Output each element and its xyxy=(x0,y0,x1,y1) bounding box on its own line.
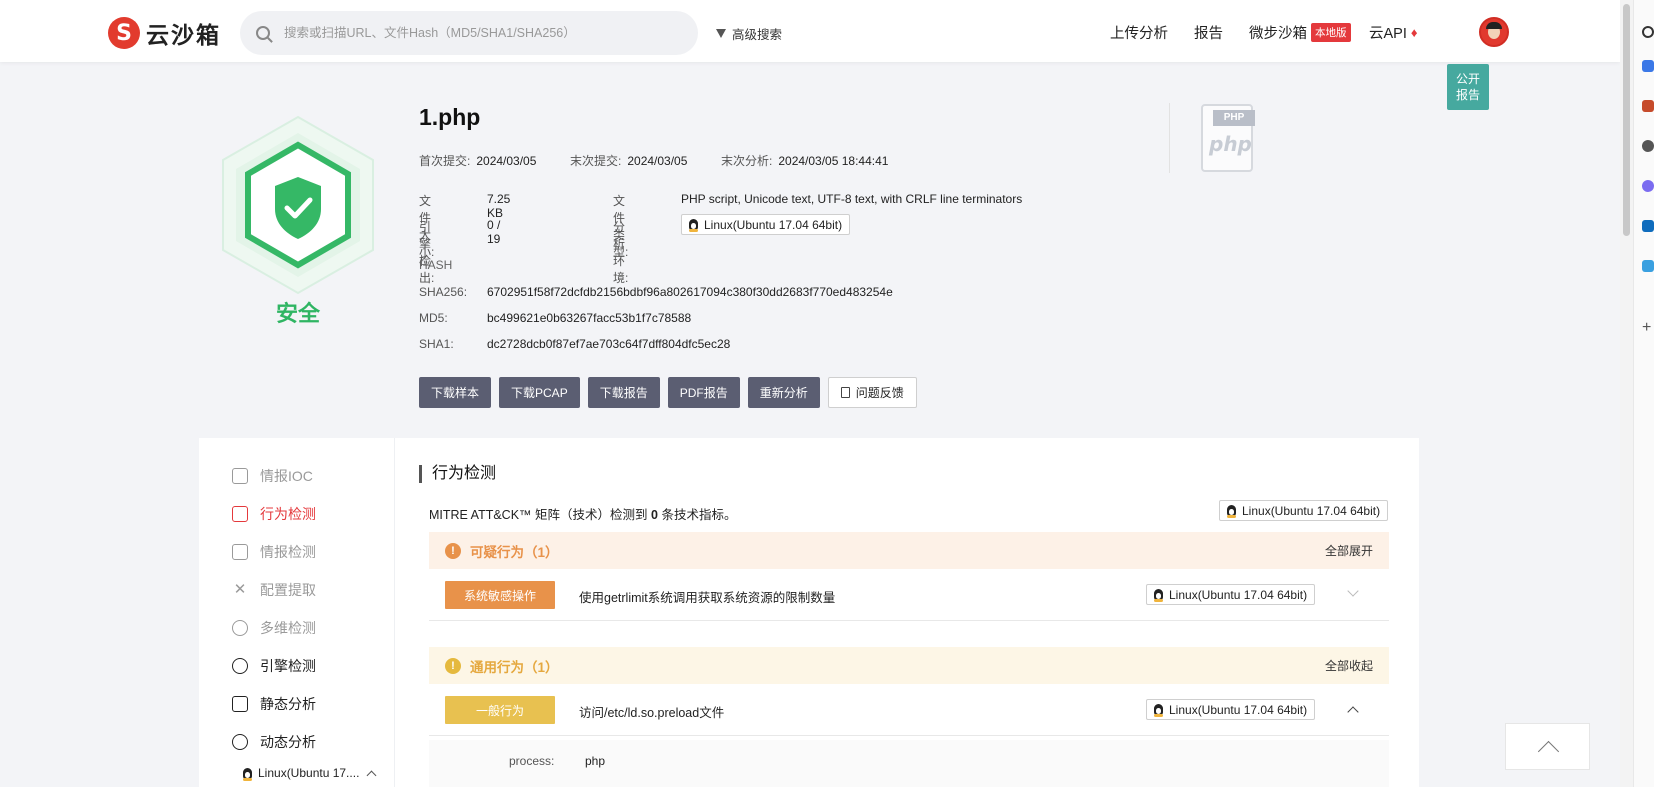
warning-icon: ! xyxy=(445,542,461,559)
side-person-icon[interactable] xyxy=(1642,140,1654,152)
local-badge: 本地版 xyxy=(1311,23,1351,42)
edit-icon xyxy=(232,468,248,484)
sidebar-item-intel[interactable]: 情报检测 xyxy=(232,542,316,562)
analysis-env-chip: Linux(Ubuntu 17.04 64bit) xyxy=(681,214,851,235)
search-icon xyxy=(256,26,270,40)
row-env-chip: Linux(Ubuntu 17.04 64bit) xyxy=(1146,584,1316,605)
public-report-badge[interactable]: 公开 报告 xyxy=(1447,64,1489,110)
php-file-icon: PHP php xyxy=(1201,104,1255,172)
side-toolbox-icon[interactable] xyxy=(1642,100,1654,112)
linux-icon xyxy=(689,219,698,232)
pdf-report-button[interactable]: PDF报告 xyxy=(667,377,740,408)
nav-cloud-api-label: 云API xyxy=(1369,26,1407,42)
sidebar-subitem-linux[interactable]: Linux(Ubuntu 17.... xyxy=(243,766,377,781)
feedback-button[interactable]: 问题反馈 xyxy=(827,377,917,408)
sidebar-item-dynamic[interactable]: 动态分析 xyxy=(232,732,316,752)
back-to-top-button[interactable] xyxy=(1505,723,1590,770)
logo-mark: S xyxy=(108,17,140,49)
detail-key: process: xyxy=(509,754,555,768)
reanalyze-button[interactable]: 重新分析 xyxy=(747,377,820,408)
advanced-search-button[interactable]: 高级搜索 xyxy=(716,24,782,43)
behavior-tag: 一般行为 xyxy=(445,696,555,724)
sidebar-item-ioc[interactable]: 情报IOC xyxy=(232,466,313,486)
scrollbar-thumb[interactable] xyxy=(1623,4,1630,236)
warning-icon: ! xyxy=(445,657,461,674)
browser-side-strip xyxy=(1633,0,1654,787)
row-env-chip: Linux(Ubuntu 17.04 64bit) xyxy=(1146,699,1316,720)
search-input[interactable] xyxy=(284,26,664,40)
hash-heading: HASH xyxy=(419,258,453,272)
nav-micro-sandbox[interactable]: 微步沙箱 本地版 xyxy=(1249,22,1351,43)
nav-upload[interactable]: 上传分析 xyxy=(1110,22,1168,43)
download-report-button[interactable]: 下载报告 xyxy=(587,377,660,408)
linux-icon xyxy=(1154,704,1163,717)
search-box[interactable] xyxy=(240,11,698,55)
sidebar-item-config[interactable]: ✕ 配置提取 xyxy=(232,580,316,600)
behavior-env-chip[interactable]: Linux(Ubuntu 17.04 64bit) xyxy=(1219,500,1389,521)
behavior-tag: 系统敏感操作 xyxy=(445,581,555,609)
section-title: 行为检测 xyxy=(419,465,496,483)
table-row[interactable]: 系统敏感操作 使用getrlimit系统调用获取系统资源的限制数量 Linux(… xyxy=(429,569,1389,621)
first-submit: 首次提交: 2024/03/05 xyxy=(419,154,537,168)
chevron-down-icon[interactable] xyxy=(1347,585,1359,597)
top-bar: S 云沙箱 高级搜索 上传分析 报告 微步沙箱 本地版 云API ♦ xyxy=(0,0,1620,62)
download-pcap-button[interactable]: 下载PCAP xyxy=(499,377,580,408)
behavior-desc: 使用getrlimit系统调用获取系统资源的限制数量 xyxy=(579,591,836,605)
detail-value: php xyxy=(585,754,606,768)
gauge-icon xyxy=(232,658,248,674)
sidebar-item-multi[interactable]: 多维检测 xyxy=(232,618,316,638)
verdict-shield xyxy=(218,115,378,295)
linux-icon xyxy=(1154,589,1163,602)
side-app-icon[interactable] xyxy=(1642,60,1654,72)
action-buttons: 下载样本 下载PCAP 下载报告 PDF报告 重新分析 问题反馈 xyxy=(419,377,925,408)
linux-icon xyxy=(243,767,252,781)
avatar[interactable] xyxy=(1479,17,1509,47)
sidebar-item-behavior[interactable]: 行为检测 xyxy=(232,504,316,524)
side-plus-icon[interactable]: + xyxy=(1642,320,1654,336)
expand-all-button[interactable]: 全部展开 xyxy=(1325,542,1373,559)
nav-cloud-api[interactable]: 云API ♦ xyxy=(1369,22,1418,43)
mitre-summary: MITRE ATT&CK™ 矩阵（技术）检测到 0 条技术指标。 xyxy=(429,508,737,522)
last-submit: 末次提交: 2024/03/05 xyxy=(570,154,688,168)
behavior-desc: 访问/etc/ld.so.preload文件 xyxy=(579,706,725,720)
last-analysis: 末次分析: 2024/03/05 18:44:41 xyxy=(721,154,889,168)
chart-icon xyxy=(232,506,248,522)
logo-text: 云沙箱 xyxy=(146,23,221,49)
radar-icon xyxy=(232,620,248,636)
verdict-hexagon-icon xyxy=(222,115,374,295)
behavior-detail: process: php xyxy=(429,740,1389,787)
nav-report[interactable]: 报告 xyxy=(1194,22,1223,43)
nav-micro-sandbox-label: 微步沙箱 xyxy=(1249,26,1307,42)
advanced-search-label: 高级搜索 xyxy=(732,28,783,42)
sidebar-item-engine[interactable]: 引擎检测 xyxy=(232,656,316,676)
divider xyxy=(1169,103,1170,173)
side-send-icon[interactable] xyxy=(1642,260,1654,272)
chevron-up-icon xyxy=(366,770,377,780)
filter-icon xyxy=(716,29,726,38)
suspicious-group-header: ! 可疑行为（1） 全部展开 xyxy=(429,532,1389,569)
flame-icon: ♦ xyxy=(1410,25,1418,40)
side-outlook-icon[interactable] xyxy=(1642,220,1654,232)
cycle-icon xyxy=(232,734,248,750)
file-name: 1.php xyxy=(419,104,481,130)
verdict-label: 安全 xyxy=(276,302,321,327)
logo[interactable]: S 云沙箱 xyxy=(108,16,221,50)
layout-icon xyxy=(232,544,248,560)
linux-icon xyxy=(1227,505,1236,518)
table-row[interactable]: 一般行为 访问/etc/ld.so.preload文件 Linux(Ubuntu… xyxy=(429,684,1389,736)
list-icon xyxy=(232,696,248,712)
document-icon xyxy=(840,387,850,398)
collapse-all-button[interactable]: 全部收起 xyxy=(1325,657,1373,674)
download-sample-button[interactable]: 下载样本 xyxy=(419,377,492,408)
side-search-icon[interactable] xyxy=(1642,26,1654,38)
sidebar-item-static[interactable]: 静态分析 xyxy=(232,694,316,714)
chevron-up-icon[interactable] xyxy=(1347,706,1359,718)
side-copilot-icon[interactable] xyxy=(1642,180,1654,192)
tools-icon: ✕ xyxy=(233,581,247,598)
general-group-header: ! 通用行为（1） 全部收起 xyxy=(429,647,1389,684)
